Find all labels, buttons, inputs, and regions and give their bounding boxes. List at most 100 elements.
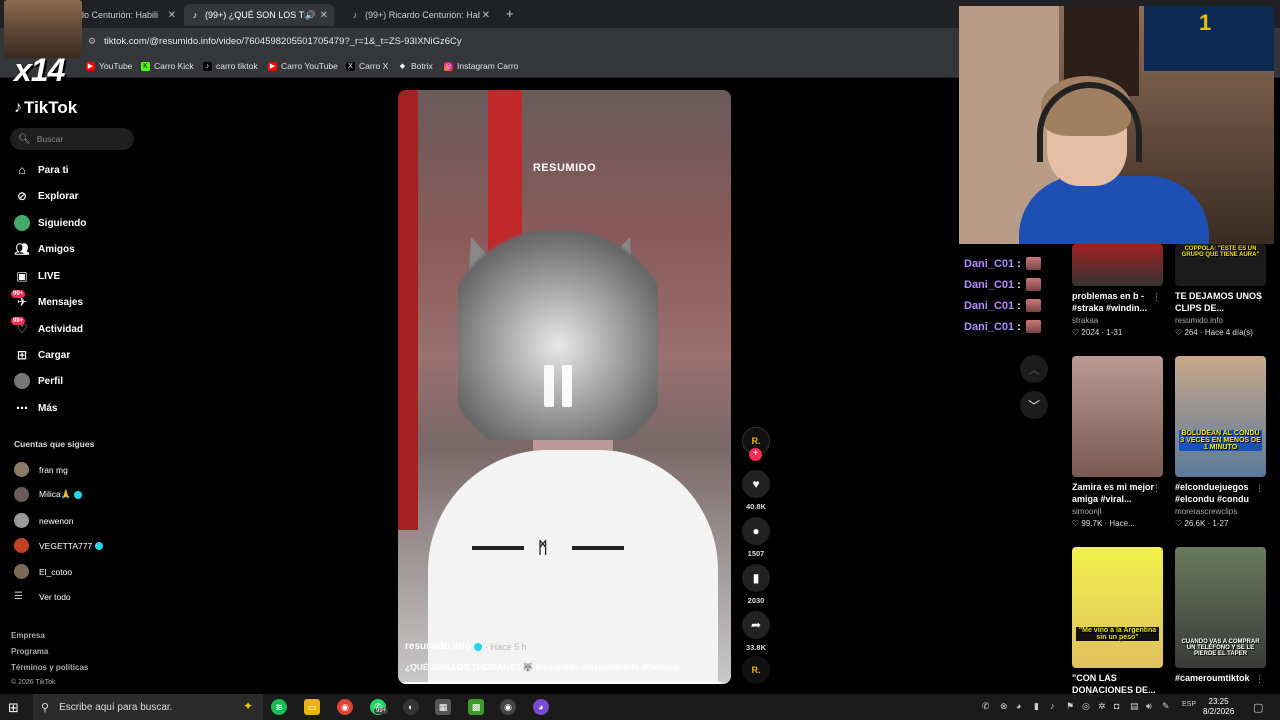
language-indicator[interactable]: ESP: [1182, 701, 1196, 708]
bookmark-botrix[interactable]: ◆ Botrix: [398, 61, 433, 71]
like-button[interactable]: ♥ 40.8K: [742, 470, 770, 511]
store-icon[interactable]: ▦: [435, 699, 451, 715]
notifications-icon[interactable]: ▢: [1253, 701, 1263, 714]
nav-explorar[interactable]: ⊘ Explorar: [14, 188, 79, 204]
system-clock[interactable]: 23:25 8/2/2026: [1203, 697, 1234, 717]
obs-icon[interactable]: ◐: [403, 699, 419, 715]
whatsapp-tray-icon[interactable]: ✆: [982, 701, 990, 712]
more-options-icon[interactable]: ⋮: [1152, 292, 1161, 303]
related-video-card[interactable]: CUANDO VAS A COMPRAR UN TELÉFONO Y SE LE…: [1175, 547, 1266, 696]
minecraft-icon[interactable]: ▩: [468, 699, 484, 715]
more-options-icon[interactable]: ⋮: [1255, 483, 1264, 494]
file-explorer-icon[interactable]: ▭: [304, 699, 320, 715]
steam-tray-icon[interactable]: ◎: [1082, 701, 1090, 712]
spotify-icon[interactable]: ≋: [271, 699, 287, 715]
more-options-icon[interactable]: ⋮: [1255, 292, 1264, 303]
video-thumbnail[interactable]: COPPOLA: "ESTE ES UN GRUPO QUE TIENE AUR…: [1175, 244, 1266, 286]
bookmark-carro-kick[interactable]: K Carro Kick: [141, 61, 194, 71]
tray-icon[interactable]: ◘: [1114, 701, 1119, 711]
music-disc[interactable]: R.: [742, 656, 770, 684]
browser-tab[interactable]: rdo Centurión: Habili ✕: [70, 4, 182, 26]
comment-button[interactable]: ● 1507: [742, 517, 770, 558]
tray-icon[interactable]: ⊗: [1000, 701, 1008, 712]
related-video-card[interactable]: "Me vino a la Argentina sin un peso" "CO…: [1072, 547, 1163, 696]
chrome-active-icon[interactable]: ◉: [500, 699, 516, 715]
account-item[interactable]: fran mg: [14, 462, 68, 477]
bookmark-carro-tiktok[interactable]: ♪ carro tiktok: [203, 61, 258, 71]
windows-taskbar: ⊞ ⚲ Escribe aquí para buscar. ✦ ≋ ▭ ◉ ✆ …: [0, 694, 1280, 720]
nav-para-ti[interactable]: ⌂ Para ti: [14, 162, 68, 178]
new-tab-button[interactable]: +: [506, 6, 514, 21]
tray-icon[interactable]: ♪: [1050, 701, 1055, 711]
footer-link-empresa[interactable]: Empresa: [11, 631, 45, 640]
video-player[interactable]: ᛗ RESUMIDO resumido.info · Hace 5 h ¿QUÉ…: [398, 90, 731, 684]
nav-amigos[interactable]: 👥︎ Amigos: [14, 241, 74, 257]
nav-mensajes[interactable]: ✈ 99+ Mensajes: [11, 290, 83, 310]
bookmark-youtube[interactable]: ▶ YouTube: [86, 61, 132, 71]
related-video-card[interactable]: Zamira es mi mejor amiga #viral... ⋮ sim…: [1072, 356, 1163, 528]
video-thumbnail[interactable]: [1072, 244, 1163, 286]
bookmark-instagram-carro[interactable]: ◎ Instagram Carro: [444, 61, 518, 71]
tray-icon[interactable]: ⚑: [1066, 701, 1074, 712]
account-item[interactable]: Milica🙏: [14, 487, 83, 502]
tiktok-logo[interactable]: ♪ TikTok: [14, 98, 77, 118]
pause-icon[interactable]: [544, 365, 572, 407]
site-info-icon[interactable]: ⚙: [88, 36, 96, 47]
windows-start-icon[interactable]: ⊞: [8, 700, 19, 716]
follow-plus-icon[interactable]: +: [749, 448, 762, 461]
video-author[interactable]: resumido.info · Hace 5 h: [405, 641, 527, 652]
chevron-up-icon: ︿: [1027, 362, 1040, 377]
related-video-card[interactable]: COPPOLA: "ESTE ES UN GRUPO QUE TIENE AUR…: [1175, 244, 1266, 337]
discord-icon[interactable]: ◕: [533, 699, 549, 715]
save-count: 2030: [747, 596, 765, 605]
related-video-card[interactable]: BOLUDEAN AL CONDU 3 VECES EN MENOS DE 1 …: [1175, 356, 1266, 528]
account-item[interactable]: VEGETTA777: [14, 538, 104, 553]
volume-icon[interactable]: 🔊︎: [1146, 701, 1152, 712]
taskbar-search[interactable]: ⚲ Escribe aquí para buscar. ✦: [33, 694, 263, 720]
nav-cargar[interactable]: ⊞ Cargar: [14, 347, 70, 363]
video-thumbnail[interactable]: CUANDO VAS A COMPRAR UN TELÉFONO Y SE LE…: [1175, 547, 1266, 668]
nav-live[interactable]: ▣ LIVE: [14, 268, 60, 284]
browser-tab[interactable]: ♪ (99+) Ricardo Centurión: Habili ✕: [344, 4, 496, 26]
tray-icon[interactable]: ✲: [1098, 701, 1106, 712]
account-item[interactable]: El_cotoo: [14, 564, 72, 579]
bookmark-carro-youtube[interactable]: ▶ Carro YouTube: [268, 61, 338, 71]
close-icon[interactable]: ✕: [168, 10, 176, 21]
close-icon[interactable]: ✕: [320, 10, 328, 21]
speaker-icon[interactable]: 🔊: [305, 10, 316, 21]
thumbnail-text: BOLUDEAN AL CONDU 3 VECES EN MENOS DE 1 …: [1179, 430, 1262, 451]
close-icon[interactable]: ✕: [482, 10, 490, 21]
video-thumbnail[interactable]: "Me vino a la Argentina sin un peso": [1072, 547, 1163, 668]
nav-perfil[interactable]: Perfil: [14, 373, 63, 389]
previous-video-button[interactable]: ︿: [1020, 355, 1048, 383]
next-video-button[interactable]: ﹀: [1020, 391, 1048, 419]
video-thumbnail[interactable]: [1072, 356, 1163, 477]
account-item[interactable]: newenon: [14, 513, 74, 528]
bookmark-carro-x[interactable]: X Carro X: [346, 61, 388, 71]
browser-tab-active[interactable]: ♪ (99+) ¿QUÉ SON LOS THER 🔊 ✕: [184, 4, 334, 26]
pen-icon[interactable]: ✎: [1162, 701, 1170, 712]
discord-tray-icon[interactable]: ◕: [1016, 701, 1021, 711]
share-button[interactable]: ➦ 33.8K: [742, 611, 770, 652]
url-field[interactable]: tiktok.com/@resumido.info/video/76045982…: [104, 36, 462, 47]
chrome-icon[interactable]: ◉: [337, 699, 353, 715]
related-video-card[interactable]: problemas en b - #straka #windin... ⋮ st…: [1072, 244, 1163, 337]
chat-message: Dani_C01:: [964, 299, 1041, 312]
footer-link-programa[interactable]: Programa: [11, 647, 48, 656]
nav-mas[interactable]: ⋯ Más: [14, 400, 57, 416]
nav-actividad[interactable]: ♡ 99+ Actividad: [11, 317, 83, 337]
more-options-icon[interactable]: ⋮: [1152, 483, 1161, 494]
botrix-icon: ◆: [399, 63, 406, 70]
video-thumbnail[interactable]: BOLUDEAN AL CONDU 3 VECES EN MENOS DE 1 …: [1175, 356, 1266, 477]
see-all-link[interactable]: ☰ Ver todo: [14, 591, 71, 602]
video-progress-bar[interactable]: [398, 682, 731, 684]
search-input[interactable]: [36, 134, 127, 144]
save-button[interactable]: ▮ 2030: [742, 564, 770, 605]
tray-icon[interactable]: ▮: [1034, 701, 1039, 712]
footer-link-terminos[interactable]: Términos y políticas: [11, 663, 88, 672]
more-options-icon[interactable]: ⋮: [1255, 674, 1264, 685]
nav-siguiendo[interactable]: Siguiendo: [14, 215, 86, 231]
network-icon[interactable]: ▤: [1130, 701, 1139, 712]
search-box[interactable]: 🔍︎: [10, 128, 134, 150]
author-name[interactable]: resumido.info: [405, 641, 471, 652]
